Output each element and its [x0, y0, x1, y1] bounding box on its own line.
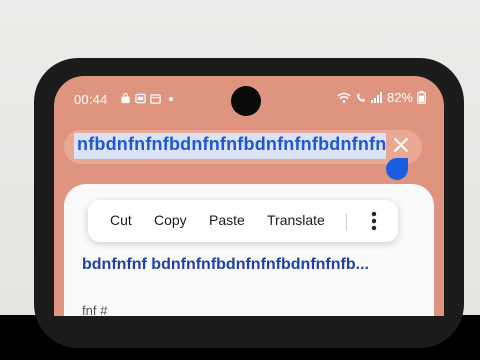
menu-item-cut[interactable]: Cut	[110, 212, 132, 228]
more-options-icon[interactable]	[371, 210, 377, 232]
gallery-icon	[135, 93, 146, 104]
result-snippet: fnf #	[82, 303, 108, 316]
result-title-link[interactable]: bdnfnfnf bdnfnfnfbdnfnfnfbdnfnfnfb...	[82, 256, 369, 274]
status-notification-icons	[120, 93, 173, 104]
menu-item-paste[interactable]: Paste	[209, 212, 245, 228]
clear-address-icon[interactable]	[392, 136, 410, 154]
wifi-icon	[337, 92, 351, 103]
status-time: 00:44	[74, 92, 108, 107]
menu-item-translate[interactable]: Translate	[267, 212, 325, 228]
menu-item-copy[interactable]: Copy	[154, 212, 187, 228]
address-selection-highlight[interactable]: nfbdnfnfnfbdnfnfnfbdnfnfnfbdnfnfnfbdnfnf…	[74, 133, 386, 159]
signal-icon	[370, 92, 382, 103]
phone-screen: 00:44 82% nfbdnfnfnfbdnfnfnfbdnfnfnfbdnf…	[54, 76, 444, 316]
selection-handle[interactable]	[386, 158, 408, 180]
wifi-calling-icon	[356, 93, 365, 102]
more-notifications-dot	[169, 96, 173, 101]
status-system-icons: 82%	[337, 90, 426, 105]
battery-percentage: 82%	[386, 90, 413, 105]
menu-divider	[346, 214, 347, 230]
address-text[interactable]: nfbdnfnfnfbdnfnfnfbdnfnfnfbdnfnfnfbdnfnf…	[77, 134, 386, 155]
calendar-icon	[150, 94, 161, 104]
front-camera	[231, 86, 261, 116]
shopping-bag-icon	[121, 93, 130, 104]
battery-icon	[417, 91, 426, 104]
text-selection-menu: Cut Copy Paste Translate	[88, 200, 398, 242]
